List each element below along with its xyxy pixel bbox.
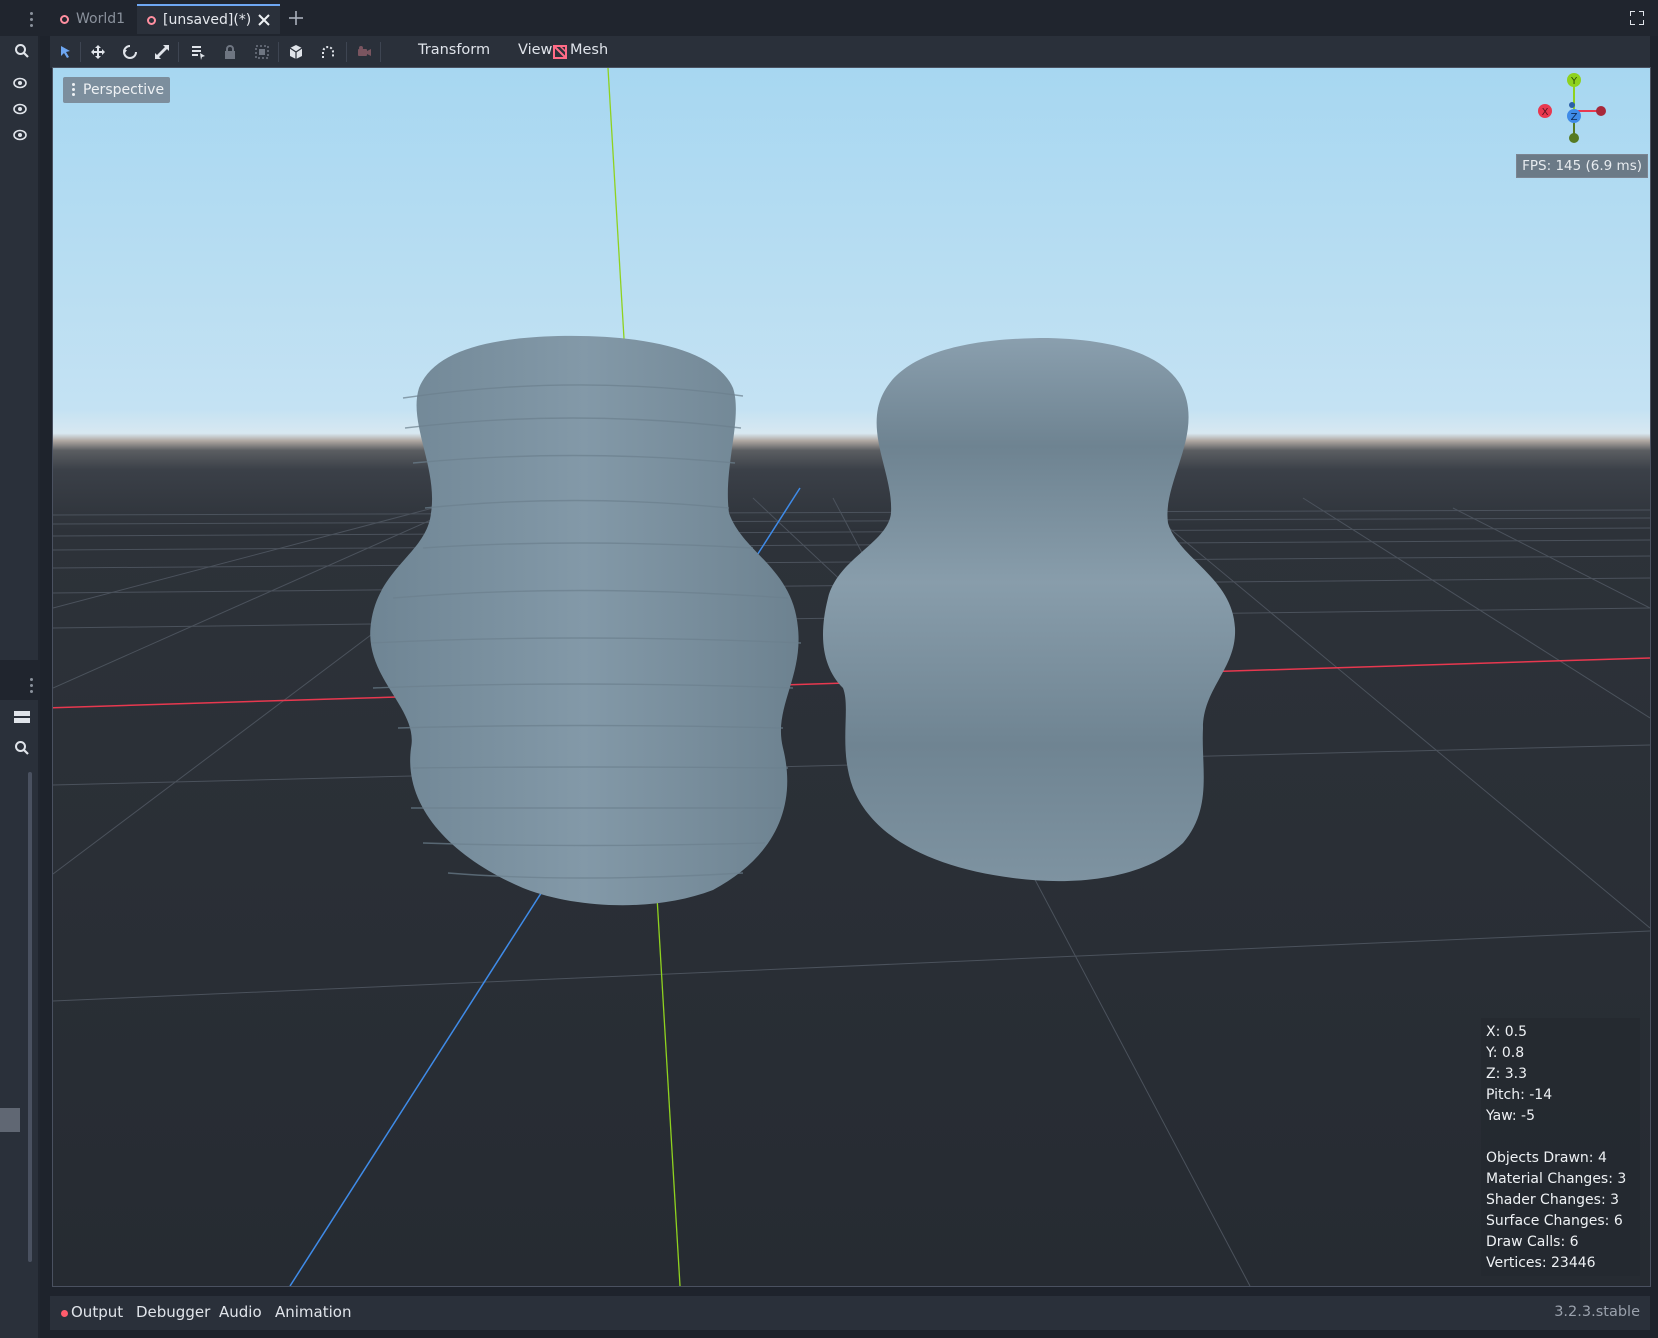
select-tool-icon[interactable] xyxy=(58,44,74,60)
stat-y: Y: 0.8 xyxy=(1486,1045,1525,1061)
scene-render: X Y Z xyxy=(53,68,1650,1286)
mesh-menu[interactable]: Mesh xyxy=(570,42,608,58)
list-view-icon[interactable] xyxy=(14,710,30,724)
scale-tool-icon[interactable] xyxy=(154,44,170,60)
dock-item-handle[interactable] xyxy=(0,1108,20,1132)
visibility-eye-icon[interactable] xyxy=(13,128,27,142)
scene-status-icon xyxy=(60,14,69,24)
tab-label: [unsaved](*) xyxy=(163,12,252,28)
camera-override-icon[interactable] xyxy=(356,44,372,60)
close-icon[interactable] xyxy=(258,14,270,26)
search-icon[interactable] xyxy=(14,740,30,756)
viewport-stats-panel: X: 0.5 Y: 0.8 Z: 3.3 Pitch: -14 Yaw: -5 … xyxy=(1481,1018,1640,1276)
tab-label: World1 xyxy=(76,11,126,27)
filesystem-dock-panel xyxy=(0,700,38,1338)
list-select-icon[interactable] xyxy=(190,44,206,60)
stat-vertices: Vertices: 23446 xyxy=(1486,1255,1596,1271)
dock-menu-grip[interactable] xyxy=(30,678,34,696)
stat-objects-drawn: Objects Drawn: 4 xyxy=(1486,1150,1607,1166)
local-space-icon[interactable] xyxy=(288,44,304,60)
group-icon[interactable] xyxy=(254,44,270,60)
scene-status-icon xyxy=(147,15,156,25)
3d-viewport[interactable]: X Y Z Perspective FPS: 145 (6.9 ms) X: 0… xyxy=(52,67,1651,1287)
gizmo-y-label: Y xyxy=(1570,76,1578,87)
perspective-menu-button[interactable]: Perspective xyxy=(63,77,171,103)
scrollbar[interactable] xyxy=(28,772,32,1262)
snap-icon[interactable] xyxy=(320,44,336,60)
bottom-panel-bar: Output Debugger Audio Animation 3.2.3.st… xyxy=(50,1296,1650,1330)
fps-readout: FPS: 145 (6.9 ms) xyxy=(1516,154,1648,178)
fullscreen-icon[interactable] xyxy=(1630,11,1644,25)
tab-audio[interactable]: Audio xyxy=(219,1303,262,1321)
tab-unsaved[interactable]: [unsaved](*) xyxy=(137,4,281,34)
search-icon[interactable] xyxy=(14,43,30,59)
tab-debugger[interactable]: Debugger xyxy=(136,1303,210,1321)
stat-draw-calls: Draw Calls: 6 xyxy=(1486,1234,1579,1250)
mesh-icon xyxy=(553,45,567,59)
scene-tab-bar: World1 [unsaved](*) xyxy=(40,0,1658,36)
tab-animation[interactable]: Animation xyxy=(275,1303,351,1321)
stat-material-changes: Material Changes: 3 xyxy=(1486,1171,1627,1187)
stat-shader-changes: Shader Changes: 3 xyxy=(1486,1192,1620,1208)
view-gizmo[interactable]: X Y Z xyxy=(1538,73,1606,143)
version-label: 3.2.3.stable xyxy=(1554,1304,1640,1320)
error-dot-icon xyxy=(61,1310,68,1317)
view-menu[interactable]: View xyxy=(518,42,552,58)
dock-menu-grip[interactable] xyxy=(30,12,34,30)
stat-z: Z: 3.3 xyxy=(1486,1066,1528,1082)
stat-surface-changes: Surface Changes: 6 xyxy=(1486,1213,1623,1229)
tab-world1[interactable]: World1 xyxy=(50,4,135,34)
left-dock xyxy=(0,0,40,1338)
perspective-label: Perspective xyxy=(83,82,165,98)
tab-output[interactable]: Output xyxy=(71,1303,123,1321)
visibility-eye-icon[interactable] xyxy=(13,76,27,90)
stat-yaw: Yaw: -5 xyxy=(1486,1108,1536,1124)
lock-icon[interactable] xyxy=(222,44,238,60)
stat-x: X: 0.5 xyxy=(1486,1024,1528,1040)
gizmo-z-label: Z xyxy=(1571,112,1578,123)
viewport-toolbar: Transform View Mesh xyxy=(50,36,1650,68)
capsule-mesh-low-poly[interactable] xyxy=(370,335,799,906)
stat-pitch: Pitch: -14 xyxy=(1486,1087,1553,1103)
add-tab-icon[interactable] xyxy=(289,11,303,25)
kebab-menu-icon xyxy=(72,83,75,98)
move-tool-icon[interactable] xyxy=(90,44,106,60)
gizmo-x-label: X xyxy=(1542,107,1549,118)
rotate-tool-icon[interactable] xyxy=(122,44,138,60)
scene-dock-panel xyxy=(0,36,38,660)
transform-menu[interactable]: Transform xyxy=(418,42,490,58)
visibility-eye-icon[interactable] xyxy=(13,102,27,116)
capsule-mesh-smooth[interactable] xyxy=(823,338,1236,882)
